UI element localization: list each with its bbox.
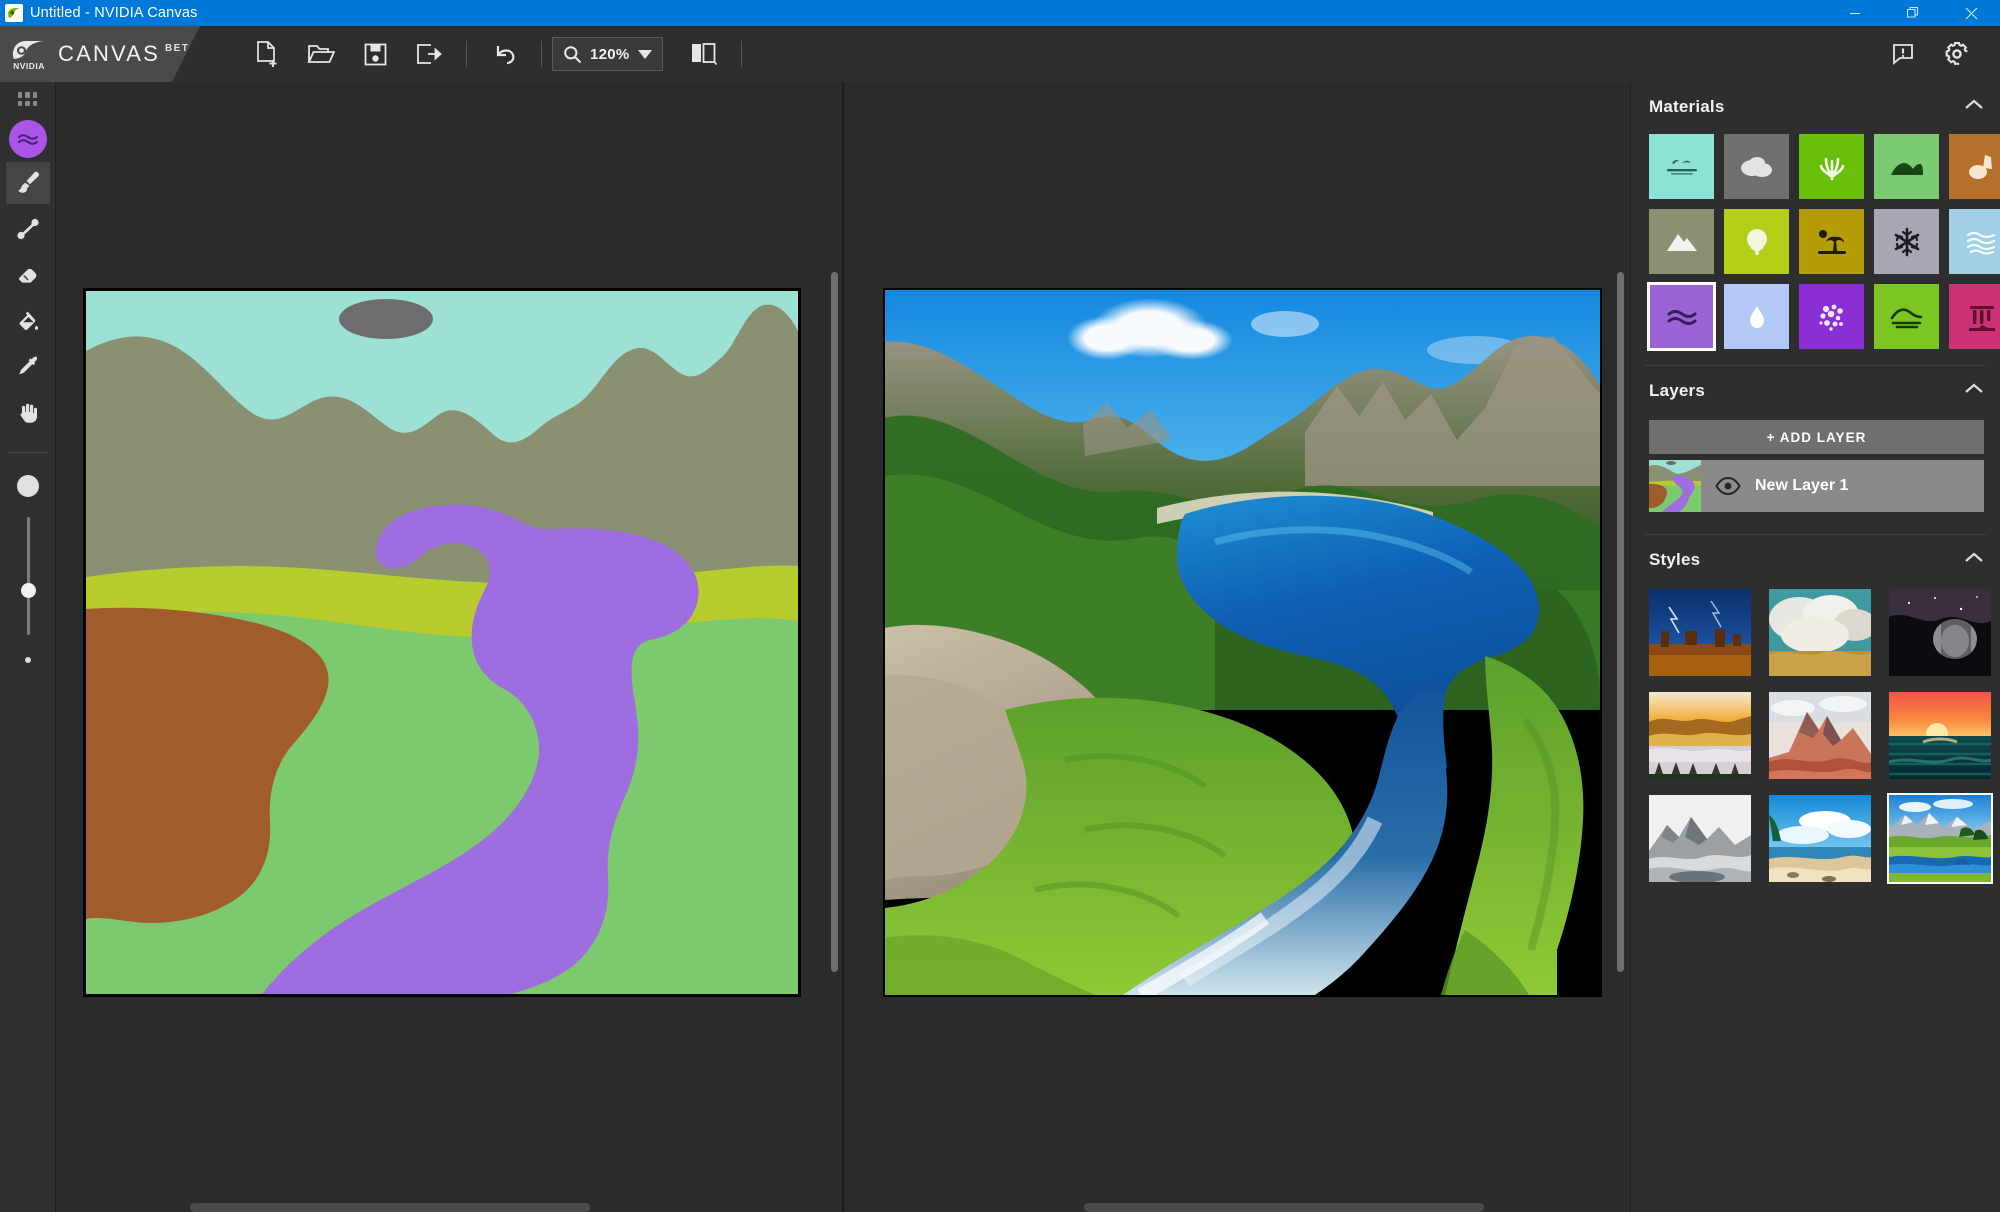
toolbar-right-actions: [1876, 26, 2000, 82]
new-file-button[interactable]: [240, 32, 294, 76]
save-button[interactable]: [348, 32, 402, 76]
eye-icon[interactable]: [1715, 477, 1741, 495]
eraser-tool[interactable]: [6, 254, 50, 296]
material-sea[interactable]: [1949, 209, 2000, 274]
nvidia-canvas-window: Untitled - NVIDIA Canvas NVIDIA CANVAS B…: [0, 0, 2000, 1212]
chevron-up-icon[interactable]: [1964, 98, 1984, 116]
materials-grid: [1631, 132, 2000, 351]
styles-section-header[interactable]: Styles: [1631, 535, 2000, 585]
window-title: Untitled - NVIDIA Canvas: [30, 5, 198, 21]
output-vertical-scrollbar[interactable]: [1617, 272, 1624, 972]
chevron-up-icon[interactable]: [1964, 382, 1984, 400]
settings-button[interactable]: [1930, 32, 1984, 76]
materials-title: Materials: [1649, 97, 1725, 116]
chevron-up-icon[interactable]: [1964, 551, 1984, 569]
right-sidebar: Materials Layers + ADD LAYER New Layer 1…: [1630, 82, 2000, 1212]
materials-section-header[interactable]: Materials: [1631, 82, 2000, 132]
undo-button[interactable]: [477, 32, 531, 76]
material-fog[interactable]: [1724, 284, 1789, 349]
style-desert-storm[interactable]: [1649, 589, 1751, 676]
output-canvas[interactable]: [883, 288, 1602, 997]
material-water[interactable]: [1647, 282, 1716, 351]
style-monochrome-mist[interactable]: [1649, 795, 1751, 882]
add-layer-button[interactable]: + ADD LAYER: [1649, 420, 1984, 454]
fill-tool[interactable]: [6, 300, 50, 342]
layers-title: Layers: [1649, 381, 1706, 400]
export-button[interactable]: [402, 32, 456, 76]
minimize-button[interactable]: [1826, 0, 1884, 26]
feedback-button[interactable]: [1876, 32, 1930, 76]
eyedropper-tool[interactable]: [6, 346, 50, 388]
material-sky[interactable]: [1649, 134, 1714, 199]
zoom-value: 120%: [590, 45, 630, 63]
toolbar-separator-2: [541, 41, 542, 67]
segmentation-horizontal-scrollbar[interactable]: [190, 1203, 590, 1212]
output-horizontal-scrollbar[interactable]: [1084, 1203, 1484, 1212]
caret-down-icon[interactable]: [637, 49, 652, 59]
paintbrush-tool[interactable]: [5, 162, 50, 204]
segmentation-vertical-scrollbar[interactable]: [831, 272, 838, 972]
style-golden-fog[interactable]: [1649, 692, 1751, 779]
material-bush[interactable]: [1724, 209, 1789, 274]
nvidia-logo-icon: NVIDIA: [8, 34, 50, 74]
app-icon: [5, 4, 23, 22]
workspace: [56, 82, 1630, 1212]
material-ruins[interactable]: [1949, 284, 2000, 349]
segmentation-pane[interactable]: [56, 82, 842, 1212]
styles-title: Styles: [1649, 550, 1701, 569]
rail-divider: [7, 452, 48, 453]
nvidia-wordmark: NVIDIA: [13, 60, 45, 71]
beta-badge: BETA: [165, 43, 198, 54]
segmentation-canvas[interactable]: [83, 288, 801, 997]
style-ocean-sunset[interactable]: [1889, 692, 1991, 779]
pan-tool[interactable]: [6, 392, 50, 434]
style-red-peaks[interactable]: [1769, 692, 1871, 779]
active-material-swatch[interactable]: [8, 120, 47, 158]
left-tool-rail: [0, 82, 56, 1212]
styles-grid: [1631, 585, 2000, 884]
material-grass[interactable]: [1799, 134, 1864, 199]
material-flowers[interactable]: [1799, 284, 1864, 349]
slider-track: [26, 517, 30, 635]
layers-section-header[interactable]: Layers: [1631, 366, 2000, 416]
material-mountain[interactable]: [1649, 209, 1714, 274]
app-name: CANVAS: [58, 41, 161, 66]
material-ground[interactable]: [1874, 284, 1939, 349]
close-button[interactable]: [1942, 0, 2000, 26]
restore-button[interactable]: [1884, 0, 1942, 26]
material-desert[interactable]: [1799, 209, 1864, 274]
style-clouds-canyon[interactable]: [1769, 589, 1871, 676]
style-blue-shore[interactable]: [1769, 795, 1871, 882]
style-night-cave[interactable]: [1889, 589, 1991, 676]
drag-grip-icon[interactable]: [17, 92, 38, 106]
toolbar-actions: 120%: [240, 26, 752, 82]
brush-min-size-dot: [24, 657, 31, 663]
compare-view-button[interactable]: [677, 32, 731, 76]
material-snow[interactable]: [1874, 209, 1939, 274]
open-file-button[interactable]: [294, 32, 348, 76]
material-hill[interactable]: [1874, 134, 1939, 199]
brush-size-slider[interactable]: [18, 517, 38, 635]
brush-size-preview: [16, 475, 39, 497]
layer-row[interactable]: New Layer 1: [1649, 460, 1984, 512]
output-pane[interactable]: [844, 82, 1630, 1212]
zoom-control[interactable]: 120%: [552, 37, 663, 71]
slider-knob[interactable]: [20, 583, 36, 598]
material-sand[interactable]: [1949, 134, 2000, 199]
toolbar-separator-3: [740, 41, 742, 67]
magnifier-icon: [564, 45, 582, 63]
material-cloud[interactable]: [1724, 134, 1789, 199]
top-toolbar: NVIDIA CANVAS BETA 120%: [0, 26, 2000, 82]
toolbar-separator-1: [466, 41, 467, 67]
style-alpine-lake[interactable]: [1887, 793, 1993, 884]
line-tool[interactable]: [6, 208, 50, 250]
add-layer-label: + ADD LAYER: [1766, 429, 1867, 445]
brand-logo: NVIDIA CANVAS BETA: [0, 26, 200, 82]
title-bar: Untitled - NVIDIA Canvas: [0, 0, 2000, 26]
layer-thumbnail: [1649, 460, 1701, 512]
layer-name: New Layer 1: [1755, 477, 1849, 494]
